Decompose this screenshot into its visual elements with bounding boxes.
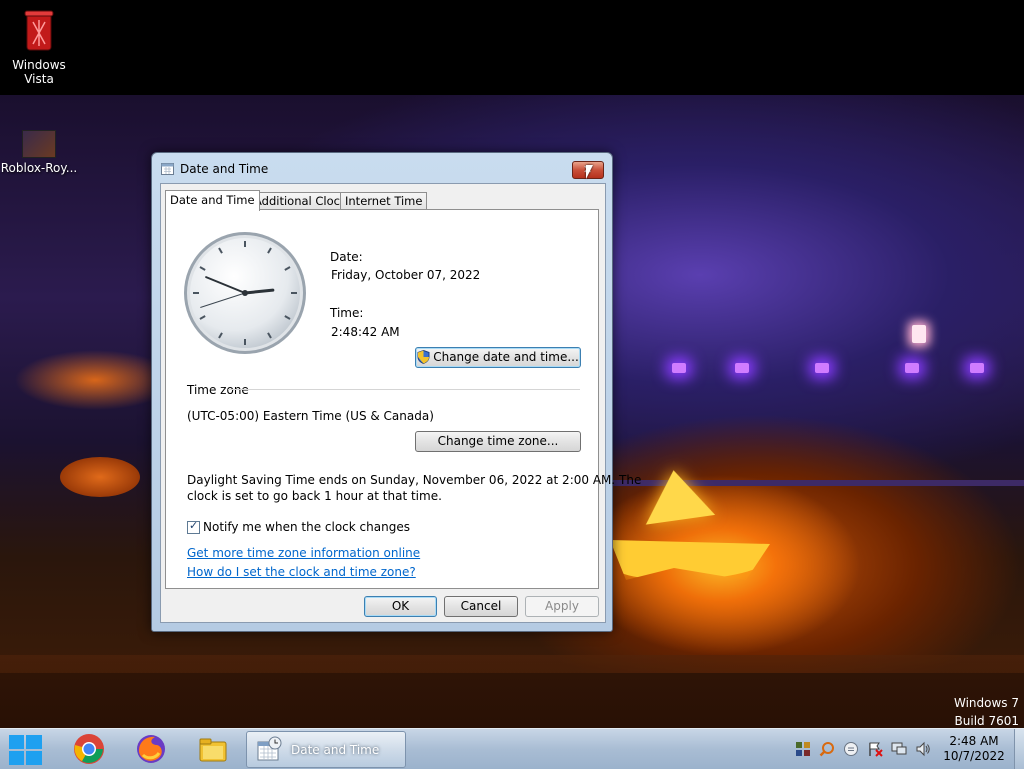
time-label: Time: xyxy=(330,306,364,320)
status-circle-icon[interactable] xyxy=(843,741,859,757)
calendar-clock-icon xyxy=(257,736,282,761)
firefox-icon[interactable] xyxy=(135,733,167,765)
cancel-button[interactable]: Cancel xyxy=(444,596,518,617)
dst-info-line1: Daylight Saving Time ends on Sunday, Nov… xyxy=(187,473,642,487)
change-timezone-button[interactable]: Change time zone... xyxy=(415,431,581,452)
mouse-cursor-icon xyxy=(586,165,593,179)
dialog-client-area: Date and Time Additional Clocks Internet… xyxy=(160,183,641,623)
calendar-clock-icon xyxy=(161,163,174,175)
desktop-icon-roblox[interactable]: Roblox-Roy... xyxy=(0,130,78,175)
ok-button[interactable]: OK xyxy=(364,596,437,617)
timezone-divider xyxy=(228,389,580,390)
notify-checkbox-label[interactable]: Notify me when the clock changes xyxy=(203,520,410,534)
taskbar: Date and Time 2:48 AM 10/7/2022 xyxy=(0,728,1024,769)
uac-shield-icon xyxy=(417,350,430,364)
desktop-icon-label: Windows Vista xyxy=(12,58,66,86)
roblox-icon xyxy=(22,130,56,158)
dst-info-line2: clock is set to go back 1 hour at that t… xyxy=(187,489,442,503)
recycle-bin-icon xyxy=(0,8,78,55)
show-desktop-button[interactable] xyxy=(1014,729,1024,769)
tray-time: 2:48 AM xyxy=(949,734,999,748)
chrome-icon[interactable] xyxy=(73,733,105,765)
date-time-dialog: Date and Time ✕ Date and Time Additional… xyxy=(151,152,641,632)
start-button[interactable] xyxy=(4,731,46,767)
analog-clock xyxy=(184,232,306,354)
network-icon[interactable] xyxy=(891,741,907,757)
pumpkin-eye xyxy=(638,465,716,525)
date-label: Date: xyxy=(330,250,363,264)
network-grid-icon[interactable] xyxy=(795,741,811,757)
window-title: Date and Time xyxy=(180,162,269,176)
link-how-to-set-clock[interactable]: How do I set the clock and time zone? xyxy=(187,565,416,579)
volume-icon[interactable] xyxy=(915,741,931,757)
notify-checkbox[interactable]: ✓ xyxy=(187,519,200,534)
action-center-flag-icon[interactable] xyxy=(867,741,883,757)
window-titlebar[interactable]: Date and Time ✕ xyxy=(152,153,612,183)
tab-panel-date-and-time: Date: Friday, October 07, 2022 Time: 2:4… xyxy=(165,209,641,589)
timezone-heading: Time zone xyxy=(187,383,249,397)
tray-date: 10/7/2022 xyxy=(943,749,1005,763)
file-explorer-icon[interactable] xyxy=(197,733,229,765)
tab-date-and-time[interactable]: Date and Time xyxy=(165,190,260,211)
link-more-timezone-info[interactable]: Get more time zone information online xyxy=(187,546,420,560)
checkmark-icon: ✓ xyxy=(189,519,199,532)
time-value: 2:48:42 AM xyxy=(331,325,400,339)
tab-internet-time[interactable]: Internet Time xyxy=(340,192,428,210)
date-value: Friday, October 07, 2022 xyxy=(331,268,481,282)
taskbar-task-label: Date and Time xyxy=(291,743,380,757)
search-icon[interactable] xyxy=(819,741,835,757)
desktop-icon-recycle-bin[interactable]: Windows Vista xyxy=(0,8,78,86)
taskbar-task-date-and-time[interactable]: Date and Time xyxy=(246,731,406,768)
tray-clock[interactable]: 2:48 AM 10/7/2022 xyxy=(938,734,1010,764)
desktop-icon-label: Roblox-Roy... xyxy=(0,161,78,175)
windows-build-watermark: Windows 7 Build 7601 xyxy=(953,696,1019,728)
timezone-value: (UTC-05:00) Eastern Time (US & Canada) xyxy=(187,409,434,423)
apply-button[interactable]: Apply xyxy=(525,596,599,617)
change-date-time-button[interactable]: Change date and time... xyxy=(415,347,581,368)
